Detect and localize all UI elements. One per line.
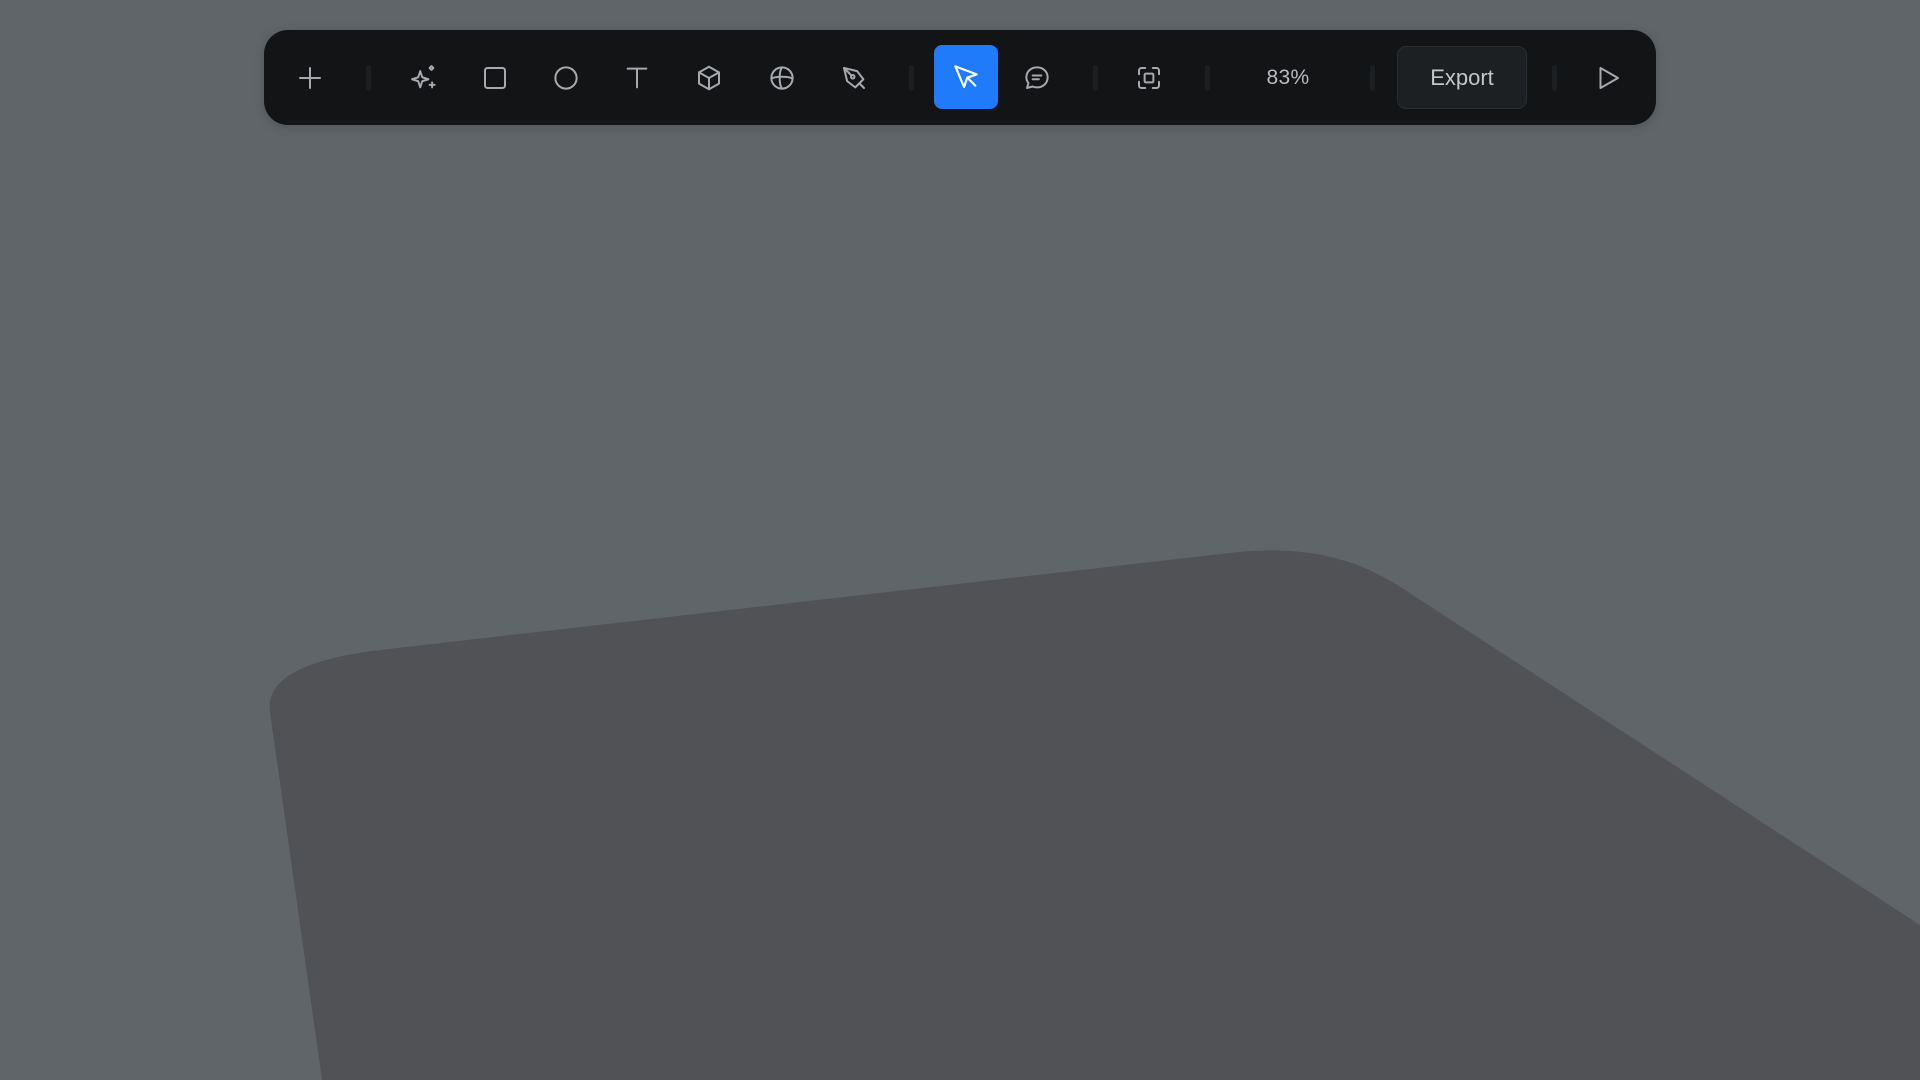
- frame-focus-icon: [1138, 66, 1160, 89]
- export-button[interactable]: Export: [1397, 46, 1527, 109]
- pen-tool-icon: [843, 66, 865, 89]
- zoom-level[interactable]: 83%: [1243, 30, 1333, 125]
- pen-tool-button[interactable]: [824, 30, 884, 125]
- comment-icon: [1025, 65, 1049, 89]
- play-icon: [1599, 66, 1619, 89]
- ellipse-icon: [554, 65, 578, 90]
- toolbar-separator: [1551, 65, 1557, 91]
- toolbar-separator: [908, 65, 914, 91]
- text-icon: [626, 67, 648, 88]
- frame-focus-button[interactable]: [1119, 30, 1179, 125]
- text-tool-button[interactable]: [607, 30, 667, 125]
- sphere-icon: [770, 65, 794, 90]
- add-button[interactable]: [280, 30, 340, 125]
- rectangle-tool-button[interactable]: [465, 30, 525, 125]
- cube-tool-button[interactable]: [679, 30, 739, 125]
- ai-button[interactable]: [394, 30, 454, 125]
- plus-icon: [299, 66, 321, 89]
- comment-tool-button[interactable]: [1007, 30, 1067, 125]
- toolbar-separator: [1369, 65, 1375, 91]
- cursor-arrow-icon: [954, 65, 978, 89]
- sphere-tool-button[interactable]: [752, 30, 812, 125]
- canvas[interactable]: [0, 0, 1920, 1080]
- main-toolbar: 83% Export: [264, 30, 1656, 125]
- rectangle-icon: [484, 66, 506, 89]
- cube-icon: [698, 65, 720, 90]
- ellipse-tool-button[interactable]: [536, 30, 596, 125]
- canvas-surface: [269, 550, 1920, 1080]
- canvas-shape[interactable]: [269, 550, 1920, 1080]
- toolbar-separator: [365, 65, 371, 91]
- toolbar-separator: [1092, 65, 1098, 91]
- play-button[interactable]: [1578, 30, 1638, 125]
- sparkle-icon: [411, 64, 436, 88]
- toolbar-separator: [1204, 65, 1210, 91]
- select-tool-button[interactable]: [934, 45, 998, 109]
